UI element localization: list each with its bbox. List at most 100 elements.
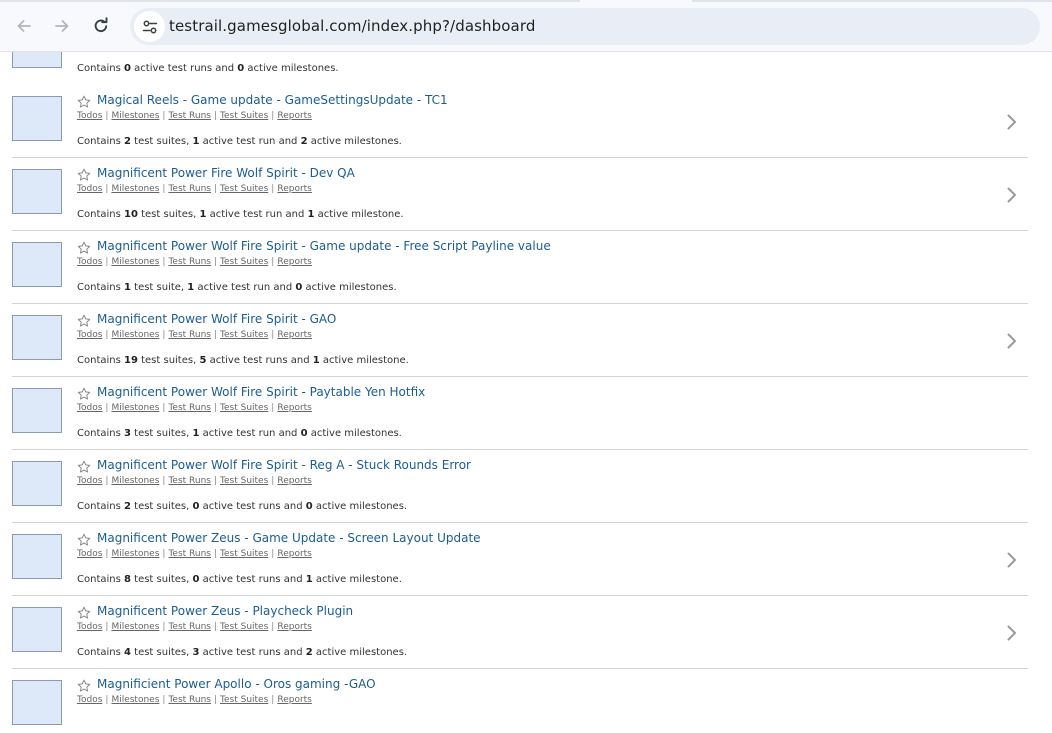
summary-text: active test run and xyxy=(194,282,296,293)
summary-text: Contains xyxy=(77,282,124,293)
project-link-test-suites[interactable]: Test Suites xyxy=(220,330,268,340)
project-link-milestones[interactable]: Milestones xyxy=(111,622,159,632)
project-link-reports[interactable]: Reports xyxy=(277,330,312,340)
project-link-test-suites[interactable]: Test Suites xyxy=(220,695,268,705)
project-link-todos[interactable]: Todos xyxy=(77,622,102,632)
project-summary: Contains 19 test suites, 5 active test r… xyxy=(77,355,409,366)
star-outline-icon[interactable] xyxy=(77,241,91,255)
project-link-reports[interactable]: Reports xyxy=(277,476,312,486)
project-link-todos[interactable]: Todos xyxy=(77,476,102,486)
arrow-right-icon xyxy=(55,20,69,32)
link-separator: | xyxy=(271,549,275,559)
project-title[interactable]: Magnificent Power Wolf Fire Spirit - Gam… xyxy=(97,239,551,253)
project-link-milestones[interactable]: Milestones xyxy=(111,184,159,194)
project-link-test-runs[interactable]: Test Runs xyxy=(168,257,211,267)
browser-toolbar: testrail.gamesglobal.com/index.php?/dash… xyxy=(0,0,1052,52)
project-link-milestones[interactable]: Milestones xyxy=(111,695,159,705)
project-link-test-suites[interactable]: Test Suites xyxy=(220,403,268,413)
summary-count: 2 xyxy=(124,136,131,147)
project-title[interactable]: Magnificient Power Apollo - Oros gaming … xyxy=(97,677,376,691)
summary-count: 2 xyxy=(305,647,313,658)
star-outline-icon[interactable] xyxy=(77,387,91,401)
project-title[interactable]: Magnificent Power Fire Wolf Spirit - Dev… xyxy=(97,166,355,180)
star-outline-icon[interactable] xyxy=(77,95,91,109)
chevron-right-icon[interactable] xyxy=(1005,113,1019,131)
star-outline-icon[interactable] xyxy=(77,168,91,182)
project-link-test-suites[interactable]: Test Suites xyxy=(220,622,268,632)
project-link-test-runs[interactable]: Test Runs xyxy=(168,184,211,194)
project-link-milestones[interactable]: Milestones xyxy=(111,330,159,340)
project-link-milestones[interactable]: Milestones xyxy=(111,403,159,413)
project-link-test-suites[interactable]: Test Suites xyxy=(220,184,268,194)
project-title[interactable]: Magnificent Power Wolf Fire Spirit - Pay… xyxy=(97,385,425,399)
project-link-test-runs[interactable]: Test Runs xyxy=(168,111,211,121)
project-link-reports[interactable]: Reports xyxy=(277,184,312,194)
project-link-test-runs[interactable]: Test Runs xyxy=(168,476,211,486)
project-link-milestones[interactable]: Milestones xyxy=(111,549,159,559)
chevron-right-icon[interactable] xyxy=(1005,624,1019,642)
project-link-todos[interactable]: Todos xyxy=(77,257,102,267)
chevron-right-icon[interactable] xyxy=(1005,332,1019,350)
star-outline-icon[interactable] xyxy=(77,533,91,547)
project-link-test-runs[interactable]: Test Runs xyxy=(168,403,211,413)
project-link-milestones[interactable]: Milestones xyxy=(111,111,159,121)
address-bar[interactable]: testrail.gamesglobal.com/index.php?/dash… xyxy=(130,8,1040,45)
link-separator: | xyxy=(271,622,275,632)
project-link-test-suites[interactable]: Test Suites xyxy=(220,257,268,267)
project-link-milestones[interactable]: Milestones xyxy=(111,476,159,486)
link-separator: | xyxy=(271,403,275,413)
project-link-test-suites[interactable]: Test Suites xyxy=(220,476,268,486)
project-list: Magic rel Todos|Milestones|Test Runs|Tes… xyxy=(0,52,1052,733)
project-title[interactable]: Magnificent Power Wolf Fire Spirit - Reg… xyxy=(97,458,471,472)
project-title[interactable]: Magnificent Power Zeus - Game Update - S… xyxy=(97,531,481,545)
summary-count: 3 xyxy=(124,428,131,439)
project-link-reports[interactable]: Reports xyxy=(277,549,312,559)
summary-text: active milestones. xyxy=(244,63,339,74)
forward-button[interactable] xyxy=(48,12,76,40)
project-title[interactable]: Magnificent Power Zeus - Playcheck Plugi… xyxy=(97,604,353,618)
project-link-milestones[interactable]: Milestones xyxy=(111,257,159,267)
project-link-todos[interactable]: Todos xyxy=(77,111,102,121)
star-outline-icon[interactable] xyxy=(77,460,91,474)
chevron-right-icon[interactable] xyxy=(1005,186,1019,204)
project-link-todos[interactable]: Todos xyxy=(77,549,102,559)
star-outline-icon[interactable] xyxy=(77,679,91,693)
project-row: Magnificent Power Wolf Fire Spirit - Reg… xyxy=(0,450,1052,523)
summary-text: active milestones. xyxy=(312,501,408,512)
project-links: Todos | Milestones | Test Runs | Test Suites | R… xyxy=(77,695,312,705)
project-link-test-runs[interactable]: Test Runs xyxy=(168,695,211,705)
url-text[interactable]: testrail.gamesglobal.com/index.php?/dash… xyxy=(169,17,535,35)
link-separator: | xyxy=(271,330,275,340)
star-outline-icon[interactable] xyxy=(77,314,91,328)
project-link-todos[interactable]: Todos xyxy=(77,403,102,413)
summary-text: active milestone. xyxy=(312,574,402,585)
summary-text: active test runs and xyxy=(206,355,313,366)
back-button[interactable] xyxy=(10,12,38,40)
project-link-reports[interactable]: Reports xyxy=(277,695,312,705)
project-row: Magic rel Todos|Milestones|Test Runs|Tes… xyxy=(0,52,1052,85)
project-link-test-suites[interactable]: Test Suites xyxy=(220,549,268,559)
summary-text: Contains xyxy=(77,501,124,512)
chevron-right-icon[interactable] xyxy=(1005,551,1019,569)
project-summary: Contains 0 active test runs and 0 active… xyxy=(77,63,339,74)
project-link-reports[interactable]: Reports xyxy=(277,257,312,267)
summary-count: 8 xyxy=(124,574,131,585)
project-title[interactable]: Magnificent Power Wolf Fire Spirit - GAO xyxy=(97,312,336,326)
project-link-reports[interactable]: Reports xyxy=(277,111,312,121)
reload-button[interactable] xyxy=(87,12,115,40)
project-row: Magnificent Power Wolf Fire Spirit - GAO… xyxy=(0,304,1052,377)
site-info-button[interactable] xyxy=(134,11,165,42)
project-link-todos[interactable]: Todos xyxy=(77,695,102,705)
project-link-test-runs[interactable]: Test Runs xyxy=(168,549,211,559)
summary-text: active milestones. xyxy=(312,647,408,658)
project-link-test-runs[interactable]: Test Runs xyxy=(168,622,211,632)
project-link-reports[interactable]: Reports xyxy=(277,622,312,632)
project-link-test-runs[interactable]: Test Runs xyxy=(168,330,211,340)
project-row: Magical Reels - Game update - GameSettin… xyxy=(0,85,1052,158)
project-title[interactable]: Magical Reels - Game update - GameSettin… xyxy=(97,93,448,107)
project-link-todos[interactable]: Todos xyxy=(77,330,102,340)
project-link-reports[interactable]: Reports xyxy=(277,403,312,413)
star-outline-icon[interactable] xyxy=(77,606,91,620)
project-link-todos[interactable]: Todos xyxy=(77,184,102,194)
project-link-test-suites[interactable]: Test Suites xyxy=(220,111,268,121)
